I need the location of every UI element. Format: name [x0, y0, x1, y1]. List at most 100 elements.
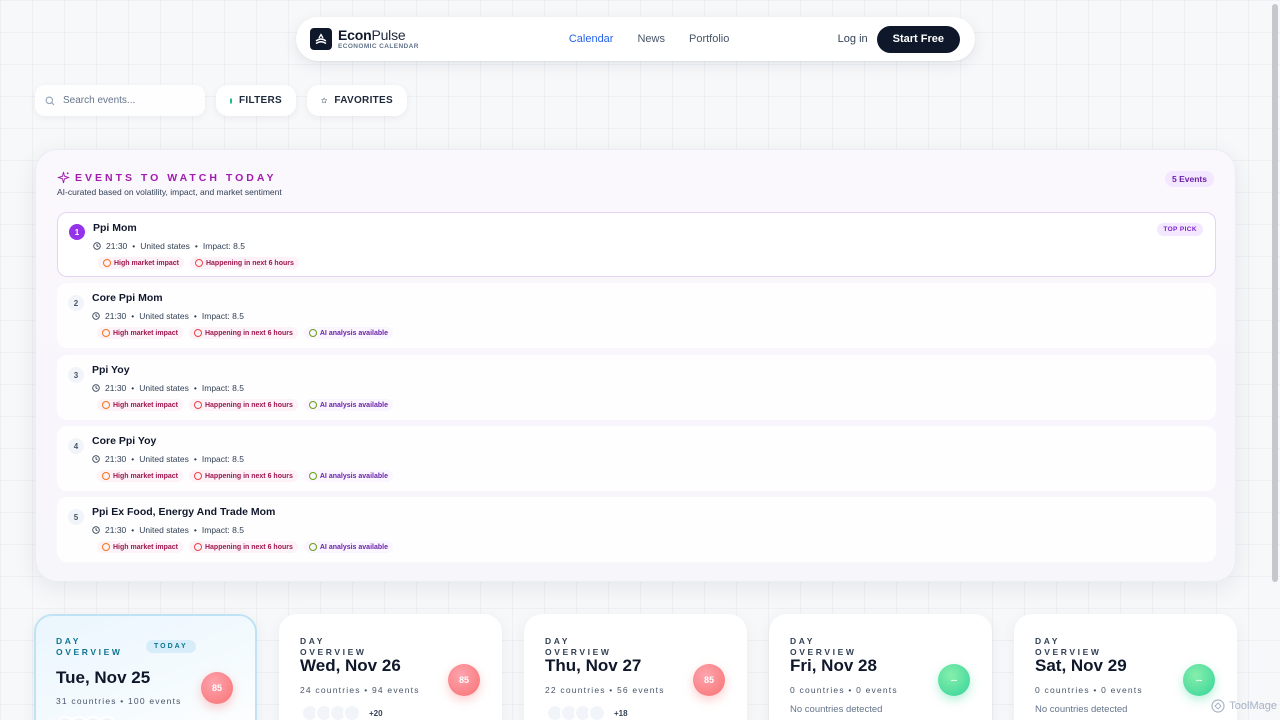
day-date: Sat, Nov 29 [1035, 656, 1127, 675]
event-tag: High market impact [97, 541, 183, 553]
watermark-icon [1211, 699, 1225, 713]
event-time: 21:30 [105, 454, 127, 464]
event-name[interactable]: Core Ppi Mom [92, 292, 163, 304]
country-avatars: +20 [301, 704, 383, 720]
day-stats: 0 countries • 0 events [790, 685, 898, 695]
watermark: ToolMage [1211, 699, 1277, 713]
event-tag: High market impact [97, 470, 183, 482]
robot-icon [308, 401, 317, 409]
scrollbar[interactable] [1272, 4, 1278, 582]
event-tags: High market impact Happening in next 6 h… [97, 470, 393, 482]
event-name[interactable]: Ppi Ex Food, Energy And Trade Mom [92, 506, 275, 518]
day-overview-label: DAY OVERVIEW [300, 636, 367, 658]
day-score-badge: 85 [448, 664, 480, 696]
event-time: 21:30 [106, 241, 128, 251]
day-overview-card[interactable]: DAY OVERVIEW Thu, Nov 27 22 countries • … [524, 614, 747, 720]
day-stats: 0 countries • 0 events [1035, 685, 1143, 695]
event-country: United states [139, 454, 189, 464]
robot-icon [308, 329, 317, 337]
clock-icon [92, 526, 100, 534]
robot-icon [308, 472, 317, 480]
event-name[interactable]: Ppi Yoy [92, 364, 130, 376]
robot-icon [308, 543, 317, 551]
filters-label: FILTERS [238, 95, 282, 106]
target-icon [102, 543, 110, 551]
event-meta: 21:30 • United states • Impact: 8.5 [93, 241, 245, 251]
clock-icon [93, 242, 101, 250]
brand[interactable]: EconPulse ECONOMIC CALENDAR [310, 28, 419, 51]
start-free-button[interactable]: Start Free [876, 25, 960, 53]
day-overview-label: DAY OVERVIEW [790, 636, 857, 658]
watch-subtitle: AI-curated based on volatility, impact, … [57, 187, 282, 197]
nav-link-portfolio[interactable]: Portfolio [689, 33, 729, 45]
day-overview-card[interactable]: DAY OVERVIEW Fri, Nov 28 0 countries • 0… [769, 614, 992, 720]
login-link[interactable]: Log in [838, 33, 868, 45]
alarm-icon [193, 329, 202, 337]
nav-link-news[interactable]: News [637, 33, 665, 45]
day-overview-card[interactable]: DAY OVERVIEW Sat, Nov 29 0 countries • 0… [1014, 614, 1237, 720]
favorites-label: FAVORITES [334, 95, 393, 106]
top-pick-badge: TOP PICK [1157, 223, 1203, 236]
clock-icon [92, 312, 100, 320]
today-badge: TODAY [146, 640, 196, 653]
event-time: 21:30 [105, 525, 127, 535]
brand-tagline: ECONOMIC CALENDAR [338, 42, 419, 50]
event-rank: 4 [68, 438, 84, 454]
day-date: Fri, Nov 28 [790, 656, 877, 675]
alarm-icon [193, 401, 202, 409]
event-impact: Impact: 8.5 [201, 311, 244, 321]
event-meta: 21:30 • United states • Impact: 8.5 [92, 383, 244, 393]
event-country: United states [139, 383, 189, 393]
event-tag: Happening in next 6 hours [188, 399, 298, 411]
target-icon [102, 401, 110, 409]
day-date: Thu, Nov 27 [545, 656, 642, 675]
filter-status-dot [230, 97, 232, 104]
event-tag: AI analysis available [303, 541, 393, 553]
day-score-badge: -- [1183, 664, 1215, 696]
event-row[interactable]: 2 Core Ppi Mom 21:30 • United states • I… [57, 283, 1216, 348]
event-row[interactable]: 3 Ppi Yoy 21:30 • United states • Impact… [57, 355, 1216, 420]
logo-icon [310, 28, 332, 50]
event-tags: High market impact Happening in next 6 h… [97, 541, 393, 553]
event-name[interactable]: Ppi Mom [93, 222, 137, 234]
event-row[interactable]: 1 Ppi Mom 21:30 • United states • Impact… [57, 212, 1216, 277]
event-tags: High market impact Happening in next 6 h… [97, 327, 393, 339]
alarm-icon [193, 472, 202, 480]
event-tag: High market impact [98, 257, 184, 269]
event-tag: AI analysis available [303, 470, 393, 482]
search-icon [45, 96, 55, 105]
day-overview-card[interactable]: DAY OVERVIEW TODAY Tue, Nov 25 31 countr… [34, 614, 257, 720]
country-avatars [56, 716, 116, 720]
filters-button[interactable]: FILTERS [216, 85, 296, 116]
event-rank: 3 [68, 367, 84, 383]
more-countries-count: +20 [369, 708, 383, 718]
top-nav: EconPulse ECONOMIC CALENDAR Calendar New… [296, 17, 975, 61]
watch-title: EVENTS TO WATCH TODAY [75, 171, 277, 184]
day-stats: 31 countries • 100 events [56, 696, 182, 706]
favorites-button[interactable]: FAVORITES [307, 85, 407, 116]
no-countries-text: No countries detected [790, 704, 883, 715]
search-box[interactable] [35, 85, 205, 116]
event-tag: Happening in next 6 hours [188, 470, 298, 482]
target-icon [102, 329, 110, 337]
event-name[interactable]: Core Ppi Yoy [92, 435, 156, 447]
event-row[interactable]: 5 Ppi Ex Food, Energy And Trade Mom 21:3… [57, 497, 1216, 562]
event-rank: 2 [68, 295, 84, 311]
day-overview-card[interactable]: DAY OVERVIEW Wed, Nov 26 24 countries • … [279, 614, 502, 720]
event-tag: High market impact [97, 399, 183, 411]
day-stats: 22 countries • 56 events [545, 685, 665, 695]
event-rank: 1 [69, 224, 85, 240]
nav-link-calendar[interactable]: Calendar [569, 33, 614, 45]
day-date: Tue, Nov 25 [56, 668, 151, 687]
day-score-badge: -- [938, 664, 970, 696]
target-icon [102, 472, 110, 480]
event-country: United states [139, 525, 189, 535]
event-row[interactable]: 4 Core Ppi Yoy 21:30 • United states • I… [57, 426, 1216, 491]
day-date: Wed, Nov 26 [300, 656, 401, 675]
alarm-icon [194, 259, 203, 267]
search-input[interactable] [63, 95, 193, 106]
event-time: 21:30 [105, 383, 127, 393]
event-tags: High market impact Happening in next 6 h… [97, 399, 393, 411]
event-tag: AI analysis available [303, 327, 393, 339]
event-meta: 21:30 • United states • Impact: 8.5 [92, 311, 244, 321]
